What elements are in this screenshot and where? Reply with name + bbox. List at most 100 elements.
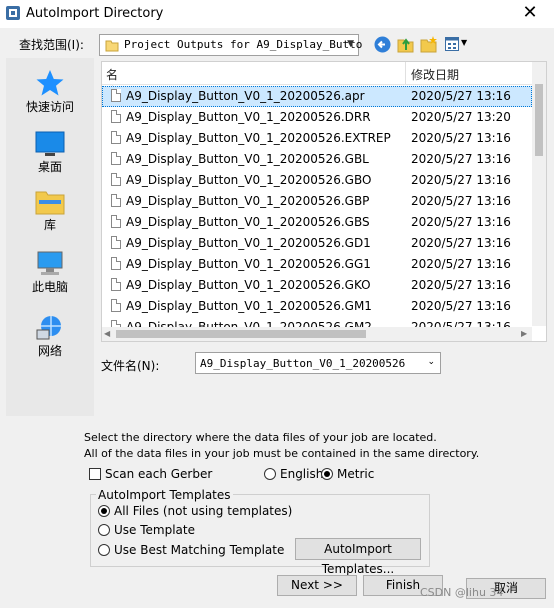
- view-grid-icon: [445, 37, 459, 51]
- place-library[interactable]: 库: [6, 184, 94, 236]
- file-name: A9_Display_Button_V0_1_20200526.DRR: [126, 110, 371, 124]
- scan-gerber-checkbox[interactable]: [89, 468, 101, 480]
- chevron-down-icon: ▼: [461, 38, 468, 47]
- best-match-radio[interactable]: [98, 544, 110, 556]
- file-name: A9_Display_Button_V0_1_20200526.GBP: [126, 194, 370, 208]
- header-divider: [102, 84, 546, 85]
- all-files-label: All Files (not using templates): [114, 504, 293, 518]
- file-name: A9_Display_Button_V0_1_20200526.GD1: [126, 236, 371, 250]
- file-date: 2020/5/27 13:20: [411, 110, 511, 124]
- file-icon: [111, 131, 121, 144]
- file-list[interactable]: ⌃ 名称 修改日期 A9_Display_Button_V0_1_2020052…: [101, 61, 547, 342]
- info-line-2: All of the data files in your job must b…: [84, 447, 480, 460]
- place-desktop[interactable]: 桌面: [6, 126, 94, 178]
- best-match-label: Use Best Matching Template: [114, 543, 285, 557]
- horizontal-scroll-thumb[interactable]: [116, 330, 366, 338]
- file-icon: [111, 257, 121, 270]
- file-name: A9_Display_Button_V0_1_20200526.apr: [126, 89, 365, 103]
- sort-up-icon: ⌃: [247, 61, 256, 69]
- vertical-scrollbar[interactable]: [532, 62, 546, 326]
- file-name: A9_Display_Button_V0_1_20200526.GBO: [126, 173, 372, 187]
- close-icon[interactable]: ✕: [520, 2, 540, 23]
- templates-group-title: AutoImport Templates: [96, 488, 233, 502]
- file-row[interactable]: A9_Display_Button_V0_1_20200526.EXTREP 20…: [102, 128, 532, 149]
- file-name: A9_Display_Button_V0_1_20200526.EXTREP: [126, 131, 391, 145]
- app-icon: [6, 6, 20, 20]
- filename-combo[interactable]: A9_Display_Button_V0_1_20200526 ⌄: [195, 352, 441, 374]
- back-icon[interactable]: [374, 36, 391, 53]
- file-icon: [111, 194, 121, 207]
- metric-radio[interactable]: [321, 468, 333, 480]
- file-row[interactable]: A9_Display_Button_V0_1_20200526.GBL 2020/…: [102, 149, 532, 170]
- place-quick-access[interactable]: 快速访问: [6, 64, 94, 120]
- file-icon: [111, 89, 121, 102]
- title-bar: AutoImport Directory ✕: [0, 0, 554, 28]
- watermark-text: CSDN @lihu 34: [420, 586, 504, 599]
- file-date: 2020/5/27 13:16: [411, 173, 511, 187]
- file-date: 2020/5/27 13:16: [411, 89, 511, 103]
- chevron-down-icon: ▼: [347, 39, 354, 49]
- network-icon: [36, 316, 61, 340]
- file-name: A9_Display_Button_V0_1_20200526.GBL: [126, 152, 369, 166]
- file-row[interactable]: A9_Display_Button_V0_1_20200526.GM1 2020/…: [102, 296, 532, 317]
- file-date: 2020/5/27 13:16: [411, 299, 511, 313]
- place-label: 此电脑: [31, 280, 68, 294]
- place-network[interactable]: 网络: [6, 310, 94, 362]
- place-label: 桌面: [37, 160, 62, 174]
- file-date: 2020/5/27 13:16: [411, 131, 511, 145]
- view-menu-button[interactable]: ▼: [444, 36, 470, 52]
- file-name: A9_Display_Button_V0_1_20200526.GG1: [126, 257, 371, 271]
- file-name: A9_Display_Button_V0_1_20200526.GM1: [126, 299, 372, 313]
- file-row[interactable]: A9_Display_Button_V0_1_20200526.GD1 2020/…: [102, 233, 532, 254]
- up-folder-icon[interactable]: [397, 35, 415, 53]
- file-date: 2020/5/27 13:16: [411, 194, 511, 208]
- metric-label: Metric: [337, 467, 375, 481]
- file-row[interactable]: A9_Display_Button_V0_1_20200526.GBO 2020/…: [102, 170, 532, 191]
- file-row[interactable]: A9_Display_Button_V0_1_20200526.GKO 2020/…: [102, 275, 532, 296]
- all-files-radio[interactable]: [98, 505, 110, 517]
- file-date: 2020/5/27 13:16: [411, 278, 511, 292]
- computer-icon: [37, 251, 63, 275]
- place-label: 快速访问: [25, 100, 74, 114]
- file-icon: [111, 236, 121, 249]
- places-bar: 快速访问 桌面 库 此电脑 网络: [6, 58, 94, 416]
- file-row[interactable]: A9_Display_Button_V0_1_20200526.apr 2020/…: [102, 86, 532, 107]
- scroll-left-icon[interactable]: ◀: [104, 329, 110, 338]
- scan-gerber-label: Scan each Gerber: [105, 467, 213, 481]
- file-date: 2020/5/27 13:16: [411, 215, 511, 229]
- file-icon: [111, 299, 121, 312]
- file-icon: [111, 173, 121, 186]
- vertical-scroll-thumb[interactable]: [535, 84, 543, 156]
- use-template-radio[interactable]: [98, 524, 110, 536]
- scroll-right-icon[interactable]: ▶: [521, 329, 527, 338]
- window-title: AutoImport Directory: [26, 6, 164, 21]
- place-this-pc[interactable]: 此电脑: [6, 246, 94, 298]
- file-row[interactable]: A9_Display_Button_V0_1_20200526.GBP 2020/…: [102, 191, 532, 212]
- next-button[interactable]: Next >>: [277, 575, 357, 596]
- horizontal-scrollbar[interactable]: ◀ ▶: [102, 327, 532, 341]
- place-label: 网络: [37, 344, 62, 358]
- english-radio[interactable]: [264, 468, 276, 480]
- new-folder-icon[interactable]: [420, 35, 438, 53]
- use-template-label: Use Template: [114, 523, 195, 537]
- file-name: A9_Display_Button_V0_1_20200526.GKO: [126, 278, 371, 292]
- autoimport-templates-button[interactable]: AutoImport Templates...: [295, 538, 421, 576]
- file-row[interactable]: A9_Display_Button_V0_1_20200526.GBS 2020/…: [102, 212, 532, 233]
- file-row[interactable]: A9_Display_Button_V0_1_20200526.DRR 2020/…: [102, 107, 532, 128]
- file-name: A9_Display_Button_V0_1_20200526.GBS: [126, 215, 370, 229]
- file-date: 2020/5/27 13:16: [411, 236, 511, 250]
- file-icon: [111, 278, 121, 291]
- star-icon: [36, 70, 64, 96]
- desktop-icon: [35, 131, 65, 156]
- lookin-label: 查找范围(I):: [19, 38, 84, 52]
- lookin-value: Project Outputs for A9_Display_Butto: [124, 38, 363, 51]
- filename-label: 文件名(N):: [101, 359, 160, 373]
- file-icon: [111, 215, 121, 228]
- place-label: 库: [43, 218, 56, 232]
- chevron-down-icon: ⌄: [427, 357, 435, 367]
- autoimport-dialog: AutoImport Directory ✕ 查找范围(I): Project …: [0, 0, 554, 608]
- english-label: English: [280, 467, 324, 481]
- lookin-combo[interactable]: Project Outputs for A9_Display_Butto ▼: [99, 34, 363, 56]
- column-divider: [405, 62, 406, 84]
- file-row[interactable]: A9_Display_Button_V0_1_20200526.GG1 2020/…: [102, 254, 532, 275]
